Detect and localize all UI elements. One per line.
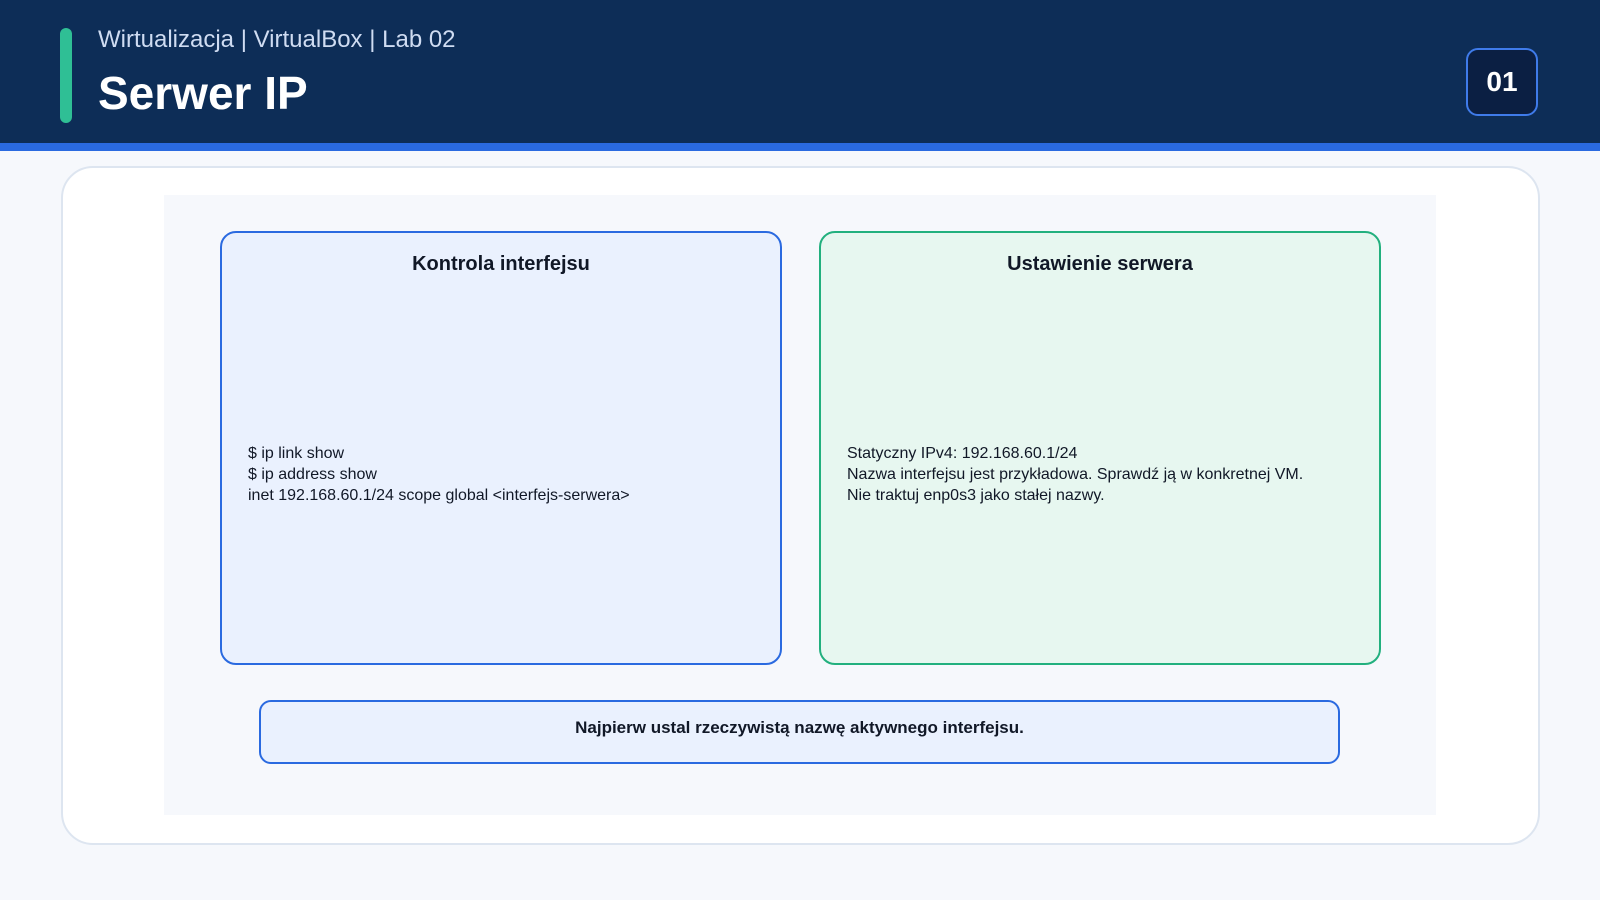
panel-title: Kontrola interfejsu (412, 253, 590, 275)
breadcrumb: Wirtualizacja | VirtualBox | Lab 02 (98, 26, 456, 53)
page-title: Serwer IP (98, 67, 308, 119)
settings-list: Statyczny IPv4: 192.168.60.1/24 Nazwa in… (847, 443, 1303, 506)
title-accent-bar (60, 28, 72, 123)
command-output-line: inet 192.168.60.1/24 scope global <inter… (248, 487, 630, 504)
command-list: $ ip link show $ ip address show inet 19… (248, 443, 630, 506)
interface-check-panel: Kontrola interfejsu $ ip link show $ ip … (220, 231, 782, 665)
note-box: Najpierw ustal rzeczywistą nazwę aktywne… (259, 700, 1340, 764)
slide-number-badge: 01 (1466, 48, 1538, 116)
command-line: $ ip link show (248, 445, 345, 462)
settings-line: Nie traktuj enp0s3 jako stałej nazwy. (847, 487, 1105, 504)
panel-title: Ustawienie serwera (1007, 253, 1193, 275)
header-divider (0, 143, 1600, 151)
settings-line: Statyczny IPv4: 192.168.60.1/24 (847, 445, 1078, 462)
settings-line: Nazwa interfejsu jest przykładowa. Spraw… (847, 466, 1304, 483)
server-settings-panel: Ustawienie serwera Statyczny IPv4: 192.1… (819, 231, 1381, 665)
command-line: $ ip address show (248, 466, 377, 483)
note-text: Najpierw ustal rzeczywistą nazwę aktywne… (575, 718, 1024, 737)
